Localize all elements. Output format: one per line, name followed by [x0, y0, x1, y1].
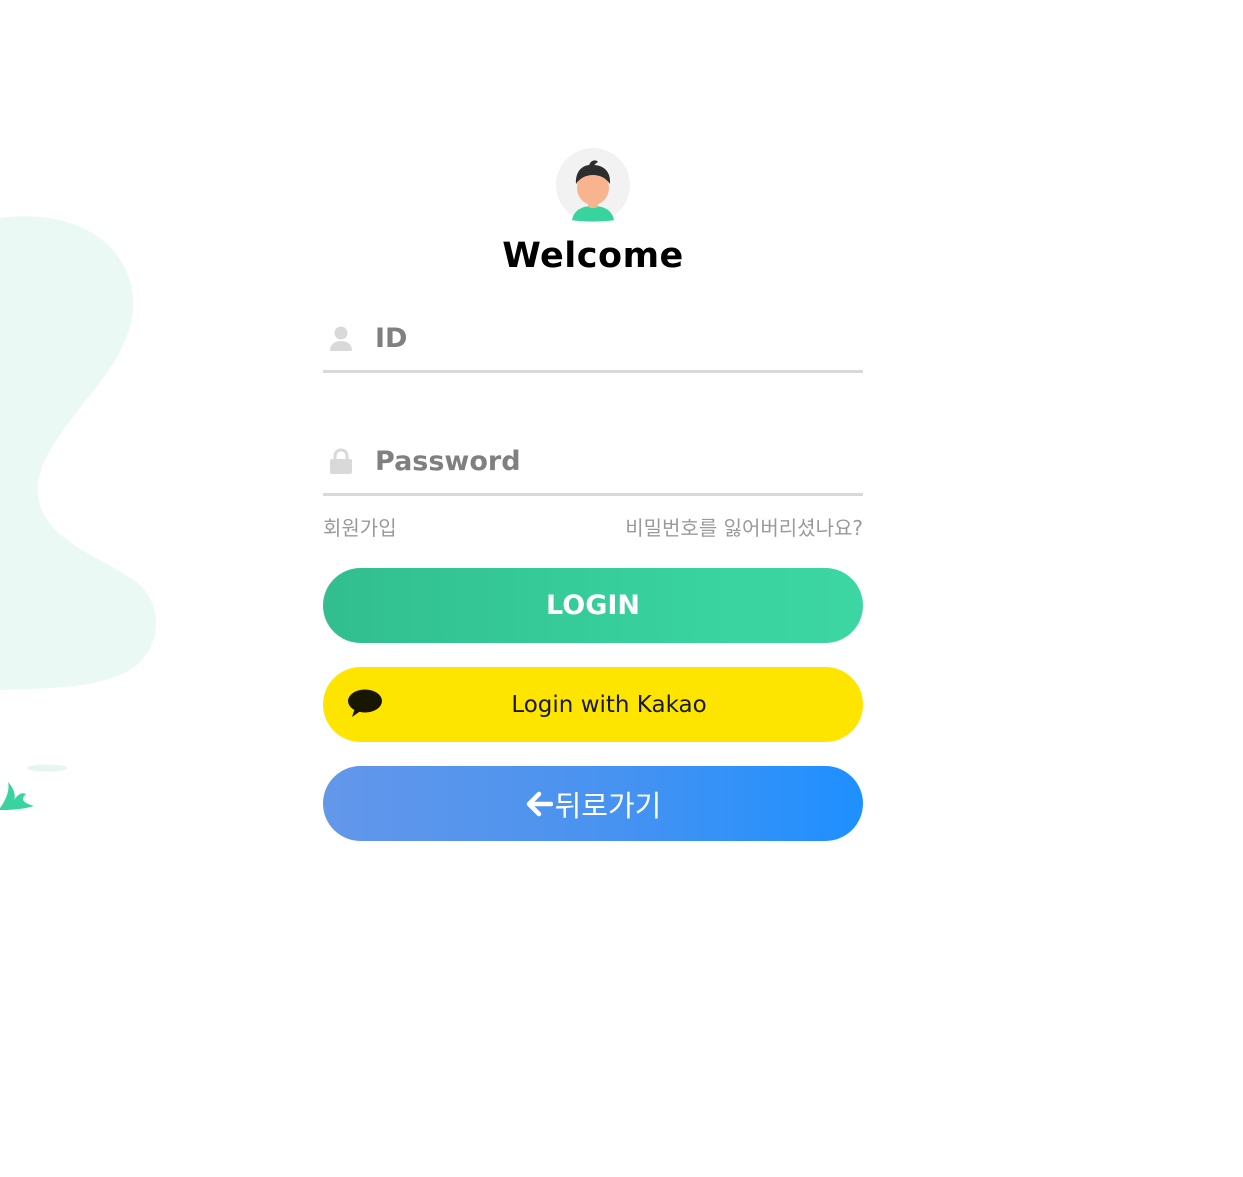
user-icon: [330, 326, 352, 351]
arrow-left-icon: [526, 791, 553, 816]
password-field-wrapper: [323, 431, 863, 496]
login-button-label: LOGIN: [546, 590, 640, 621]
page-title: Welcome: [502, 236, 684, 276]
id-field-wrapper: [323, 308, 863, 373]
auth-links: 회원가입 비밀번호를 잃어버리셨나요?: [323, 512, 863, 540]
background-blob-illustration: [0, 216, 157, 810]
forgot-password-link[interactable]: 비밀번호를 잃어버리셨나요?: [625, 512, 863, 541]
back-button[interactable]: 뒤로가기: [323, 766, 863, 841]
lock-icon: [330, 448, 352, 474]
login-page: Welcome 회원가입 비밀번호를 잃어버리셨나요? LOGIN Login …: [0, 0, 1243, 1177]
back-button-label: 뒤로가기: [554, 788, 662, 823]
id-input[interactable]: [375, 308, 855, 368]
kakao-button-label: Login with Kakao: [511, 691, 707, 718]
signup-link[interactable]: 회원가입: [323, 512, 397, 541]
kakao-login-button[interactable]: Login with Kakao: [323, 667, 863, 742]
speech-bubble-icon: [348, 689, 382, 717]
login-button[interactable]: LOGIN: [323, 568, 863, 643]
user-avatar-icon: [556, 148, 630, 222]
password-input[interactable]: [375, 431, 855, 491]
